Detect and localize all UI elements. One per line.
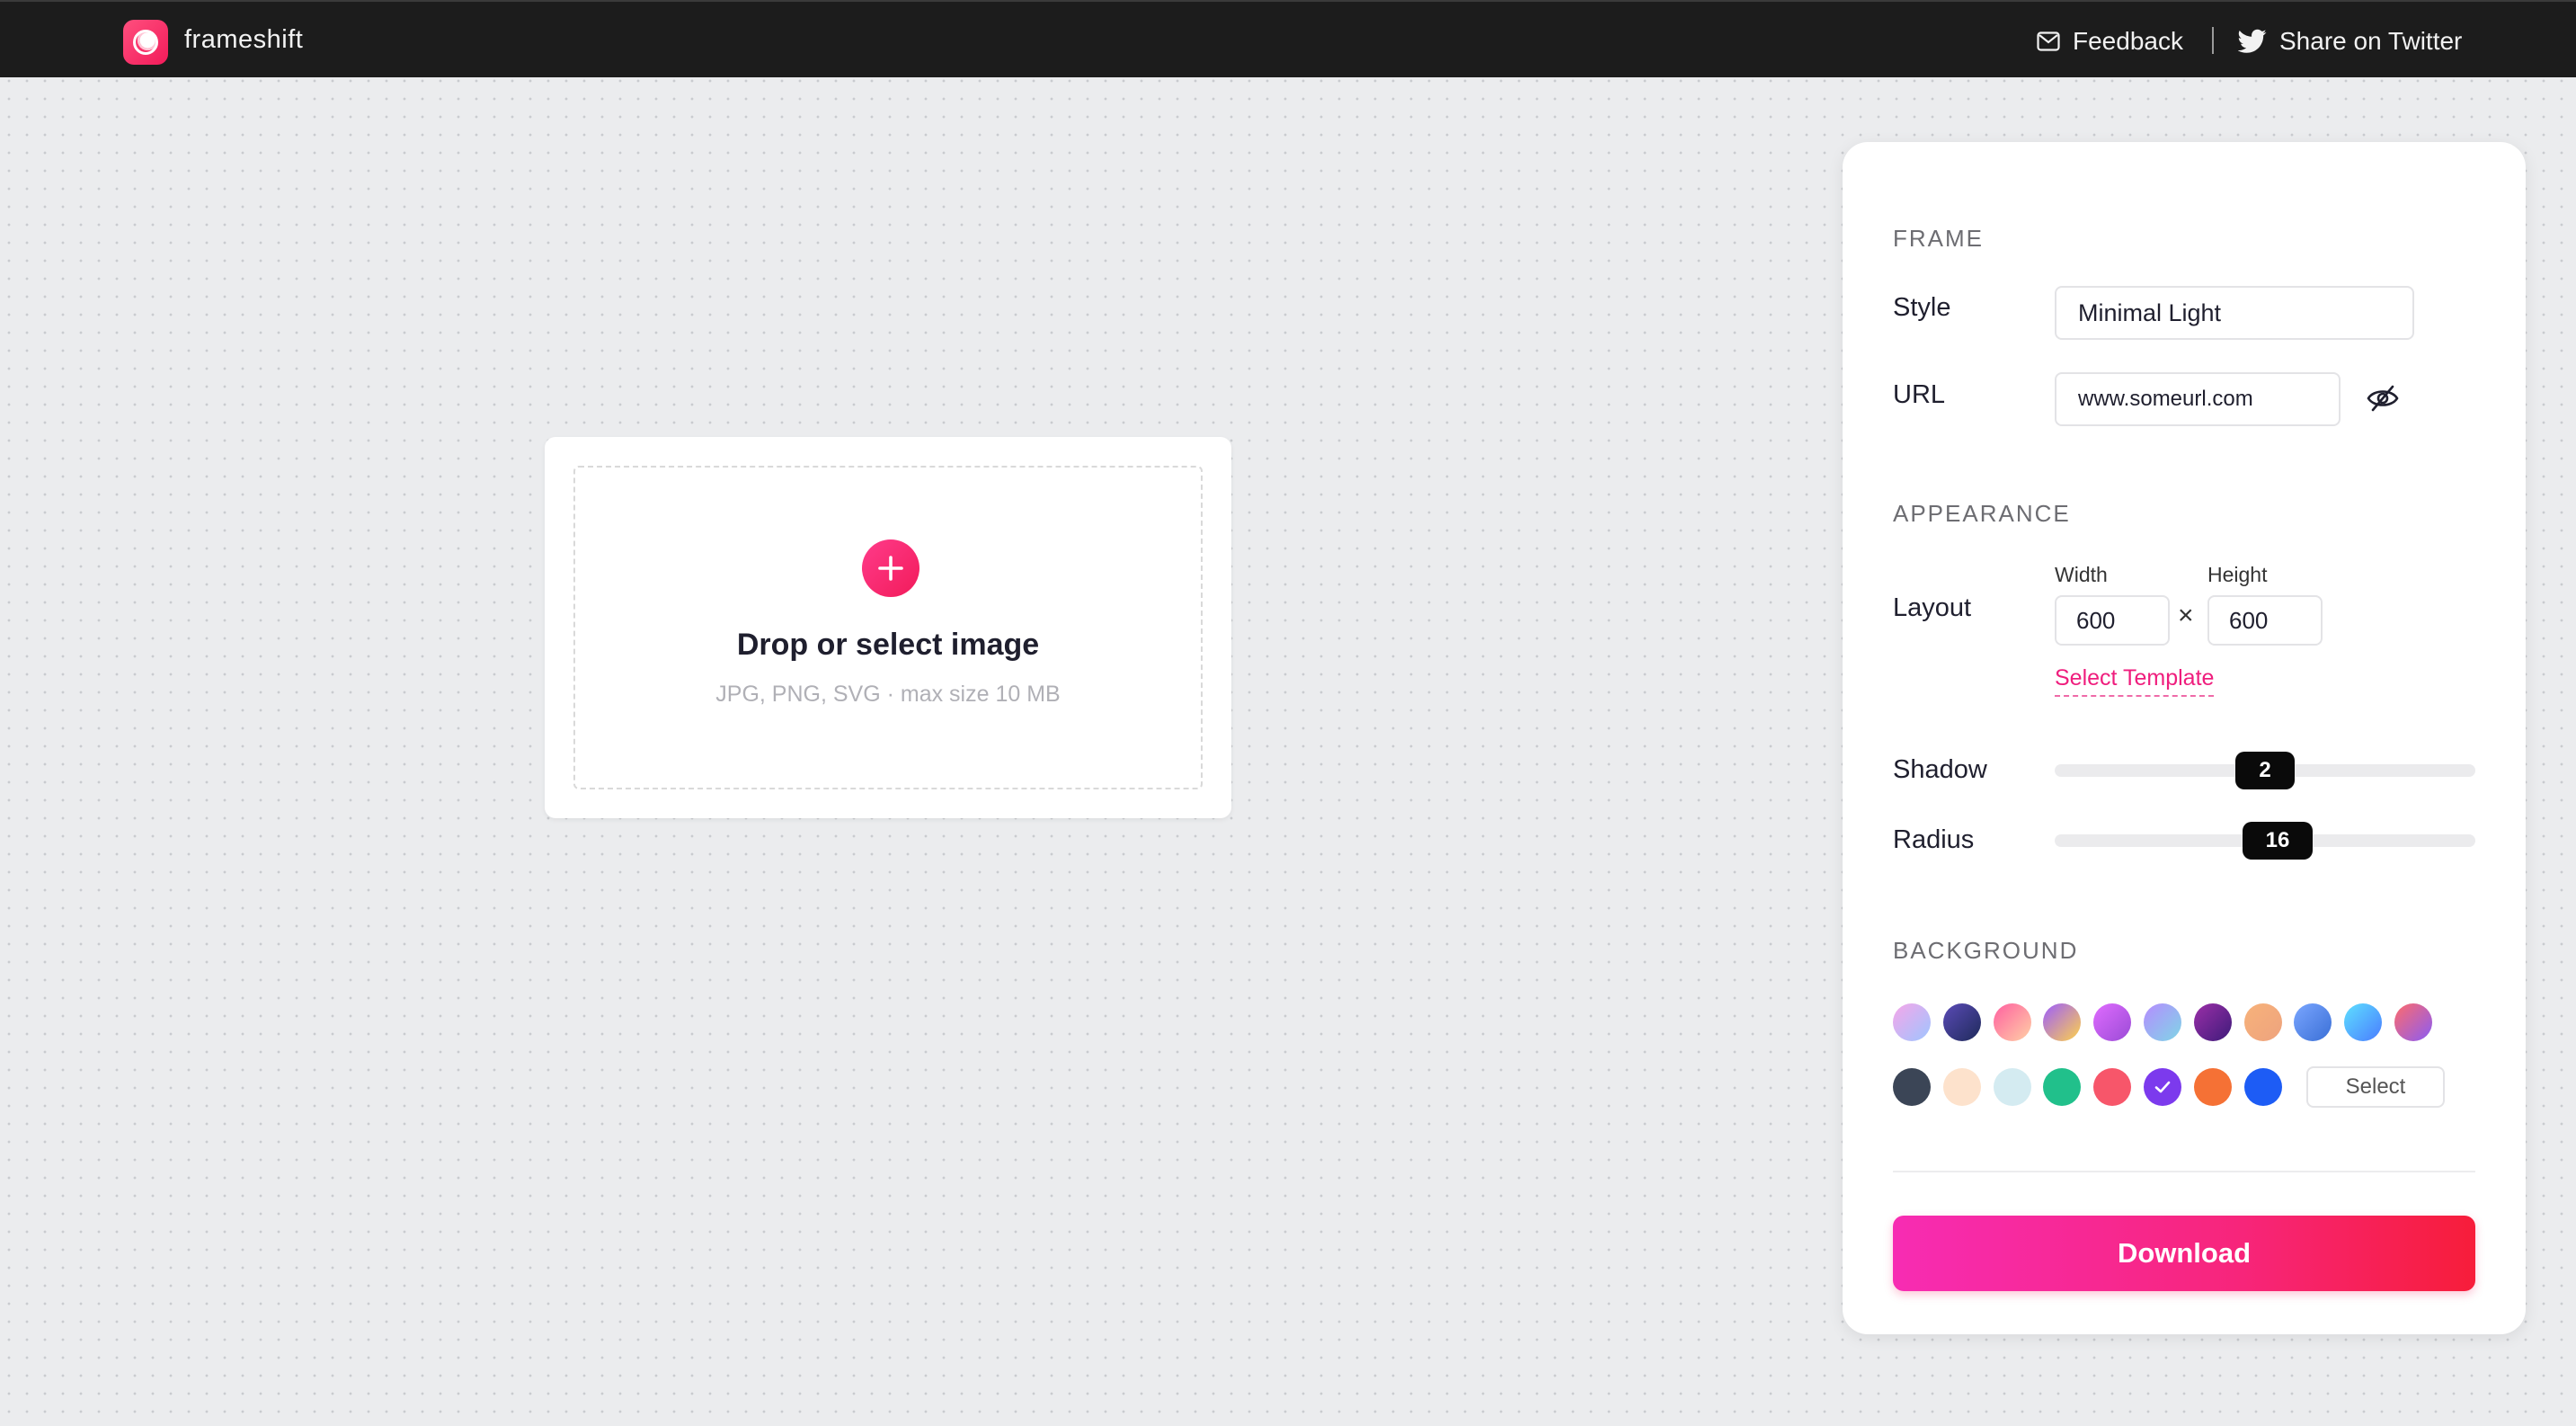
upload-hint: JPG, PNG, SVG · max size 10 MB	[715, 682, 1061, 707]
top-bar: frameshift Feedback Share on Twitter	[0, 0, 2576, 77]
gradient-swatch[interactable]	[2243, 1003, 2282, 1041]
gradient-swatch[interactable]	[1993, 1003, 2031, 1041]
image-dropzone[interactable]: Drop or select image JPG, PNG, SVG · max…	[573, 466, 1203, 789]
layout-label: Layout	[1893, 593, 1972, 622]
shadow-value: 2	[2259, 758, 2271, 782]
width-label: Width	[2055, 563, 2108, 586]
radius-slider-thumb[interactable]: 16	[2243, 822, 2313, 860]
select-template-link[interactable]: Select Template	[2055, 665, 2215, 697]
solid-color-swatch[interactable]	[1893, 1068, 1931, 1106]
solid-color-swatch[interactable]	[1942, 1068, 1981, 1106]
settings-panel: FRAME Style Minimal Light URL www.someur…	[1843, 142, 2526, 1334]
gradient-swatch[interactable]	[2294, 1003, 2332, 1041]
gradient-swatch[interactable]	[2093, 1003, 2132, 1041]
shadow-slider-thumb[interactable]: 2	[2235, 752, 2295, 789]
gradient-swatch[interactable]	[2344, 1003, 2383, 1041]
times-symbol: ×	[2178, 601, 2194, 630]
nav-divider	[2212, 27, 2214, 54]
share-label: Share on Twitter	[2279, 27, 2463, 55]
frame-section-title: FRAME	[1893, 225, 1984, 252]
download-label: Download	[2117, 1237, 2252, 1269]
solid-color-swatch[interactable]	[2193, 1068, 2232, 1106]
shadow-slider[interactable]: 2	[2055, 752, 2475, 789]
plus-icon	[878, 556, 903, 581]
appearance-section-title: APPEARANCE	[1893, 500, 2071, 527]
download-button[interactable]: Download	[1893, 1216, 2475, 1291]
upload-card: Drop or select image JPG, PNG, SVG · max…	[545, 437, 1231, 818]
check-icon	[2154, 1081, 2171, 1093]
frameshift-logo-icon[interactable]	[123, 20, 168, 65]
solid-color-swatch[interactable]	[2243, 1068, 2282, 1106]
select-background-label: Select	[2345, 1074, 2406, 1099]
twitter-icon	[2238, 29, 2267, 53]
width-input[interactable]: 600	[2055, 595, 2170, 646]
gradient-swatch[interactable]	[2193, 1003, 2232, 1041]
solid-color-swatch[interactable]	[2043, 1068, 2082, 1106]
background-section-title: BACKGROUND	[1893, 937, 2079, 964]
radius-label: Radius	[1893, 825, 1975, 854]
select-background-button[interactable]: Select	[2306, 1066, 2445, 1108]
add-image-button[interactable]	[862, 539, 919, 597]
shadow-label: Shadow	[1893, 755, 1987, 784]
style-label: Style	[1893, 293, 1951, 322]
url-input[interactable]: www.someurl.com	[2055, 372, 2341, 426]
solid-color-swatch[interactable]	[2144, 1068, 2181, 1106]
solid-color-swatch[interactable]	[2093, 1068, 2132, 1106]
radius-value: 16	[2265, 828, 2290, 852]
height-input[interactable]: 600	[2207, 595, 2323, 646]
url-value: www.someurl.com	[2078, 387, 2253, 411]
url-label: URL	[1893, 380, 1946, 409]
height-value: 600	[2229, 606, 2269, 634]
gradient-swatch[interactable]	[1942, 1003, 1981, 1041]
solid-color-swatch[interactable]	[1993, 1068, 2031, 1106]
eye-off-icon[interactable]	[2366, 383, 2400, 414]
height-label: Height	[2207, 563, 2268, 586]
gradient-swatch[interactable]	[2144, 1003, 2181, 1041]
style-value: Minimal Light	[2078, 299, 2222, 326]
brand-name[interactable]: frameshift	[184, 25, 303, 55]
gradient-swatch[interactable]	[2043, 1003, 2082, 1041]
radius-slider[interactable]: 16	[2055, 822, 2475, 860]
feedback-link[interactable]: Feedback	[2037, 23, 2183, 59]
mail-icon	[2037, 31, 2060, 51]
feedback-label: Feedback	[2073, 27, 2183, 55]
share-twitter-link[interactable]: Share on Twitter	[2238, 23, 2462, 59]
gradient-swatch[interactable]	[1893, 1003, 1931, 1041]
upload-title: Drop or select image	[736, 628, 1040, 662]
width-value: 600	[2076, 606, 2116, 634]
gradient-swatch[interactable]	[2394, 1003, 2432, 1041]
style-select[interactable]: Minimal Light	[2055, 286, 2414, 340]
panel-divider	[1893, 1171, 2475, 1172]
